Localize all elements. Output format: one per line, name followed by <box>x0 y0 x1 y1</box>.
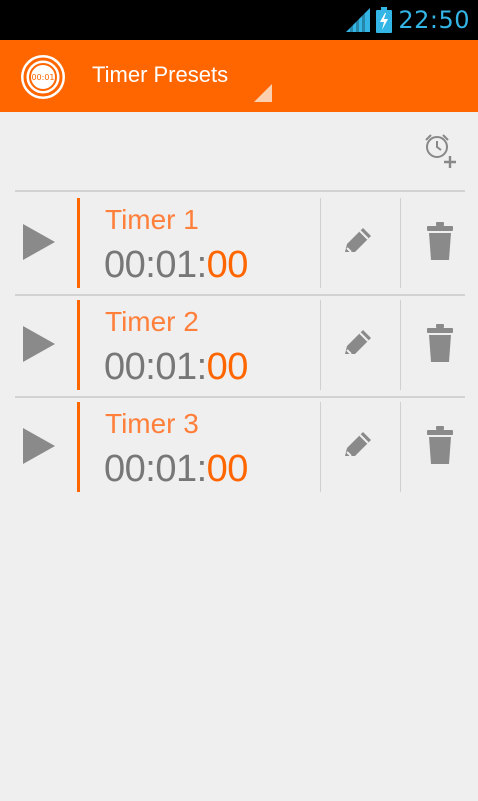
preset-time: 00:01:00 <box>104 448 248 491</box>
time-seconds: 00 <box>206 244 249 286</box>
page-title[interactable]: Timer Presets <box>92 62 228 88</box>
edit-icon[interactable] <box>341 326 377 362</box>
column-divider <box>320 402 321 492</box>
column-divider <box>400 402 401 492</box>
app-logo-icon[interactable]: 00:01 <box>20 54 66 100</box>
list-item[interactable]: Timer 2 00:01:00 <box>15 296 465 398</box>
time-seconds: 00 <box>206 448 249 490</box>
edit-icon[interactable] <box>341 224 377 260</box>
time-hm: 00:01: <box>104 244 207 286</box>
time-seconds: 00 <box>206 346 249 388</box>
trash-icon[interactable] <box>425 324 455 362</box>
time-hm: 00:01: <box>104 346 207 388</box>
column-divider <box>320 198 321 288</box>
add-alarm-icon[interactable] <box>422 132 460 170</box>
play-icon[interactable] <box>23 326 55 362</box>
play-icon[interactable] <box>23 428 55 464</box>
list-item[interactable]: Timer 3 00:01:00 <box>15 398 465 496</box>
time-hm: 00:01: <box>104 448 207 490</box>
accent-bar <box>77 300 80 390</box>
column-divider <box>400 300 401 390</box>
play-icon[interactable] <box>23 224 55 260</box>
battery-charging-icon <box>376 7 393 33</box>
spinner-indicator-icon[interactable] <box>254 84 272 102</box>
status-clock: 22:50 <box>398 6 470 34</box>
list-top-divider <box>15 190 465 192</box>
accent-bar <box>77 198 80 288</box>
preset-name: Timer 1 <box>105 204 199 235</box>
action-bar: 00:01 Timer Presets <box>0 40 478 112</box>
preset-name: Timer 2 <box>105 306 199 337</box>
trash-icon[interactable] <box>425 426 455 464</box>
status-bar: 22:50 <box>0 0 478 40</box>
preset-time: 00:01:00 <box>104 244 248 287</box>
status-icons: 22:50 <box>346 0 470 40</box>
list-item[interactable]: Timer 1 00:01:00 <box>15 194 465 296</box>
signal-icon <box>346 8 371 32</box>
accent-bar <box>77 402 80 492</box>
preset-name: Timer 3 <box>105 408 199 439</box>
trash-icon[interactable] <box>425 222 455 260</box>
edit-icon[interactable] <box>341 428 377 464</box>
app-logo-text: 00:01 <box>31 73 54 82</box>
preset-time: 00:01:00 <box>104 346 248 389</box>
column-divider <box>400 198 401 288</box>
column-divider <box>320 300 321 390</box>
